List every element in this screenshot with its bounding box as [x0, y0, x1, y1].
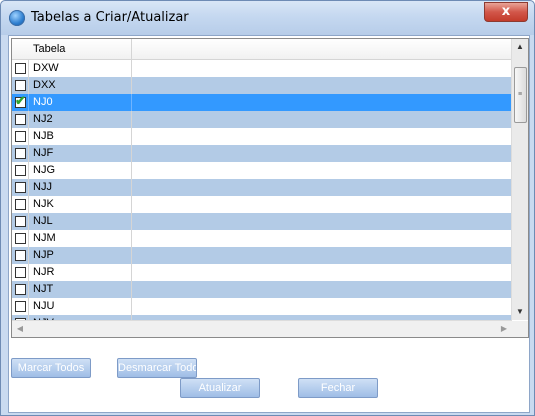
- table-name-cell: NJP: [28, 247, 132, 264]
- table-row[interactable]: DXW: [12, 60, 512, 77]
- table-row[interactable]: NJM: [12, 230, 512, 247]
- checkbox[interactable]: [15, 114, 26, 125]
- table-name-cell: DXW: [28, 60, 132, 77]
- table-row[interactable]: NJ2: [12, 111, 512, 128]
- table-name-cell: NJF: [28, 145, 132, 162]
- green-check-icon: ✔: [15, 93, 26, 108]
- title-bar[interactable]: Tabelas a Criar/Atualizar x: [1, 1, 534, 35]
- checkbox[interactable]: [15, 63, 26, 74]
- checkbox[interactable]: [15, 284, 26, 295]
- table-row[interactable]: ✔ NJ0: [12, 94, 512, 111]
- dialog-content: Tabela DXW DXX ✔ NJ0 NJ2 NJB NJF NJG NJJ NJK NJL NJ…: [8, 35, 530, 413]
- table-name-cell: NJG: [28, 162, 132, 179]
- table-name-cell: NJB: [28, 128, 132, 145]
- checkbox[interactable]: [15, 233, 26, 244]
- app-icon: [9, 10, 25, 26]
- scroll-right-icon[interactable]: ▶: [496, 321, 512, 337]
- scroll-down-icon[interactable]: ▼: [512, 304, 528, 320]
- table-row[interactable]: NJB: [12, 128, 512, 145]
- table-name-cell: NJK: [28, 196, 132, 213]
- checkbox[interactable]: [15, 267, 26, 278]
- close-button[interactable]: Fechar: [298, 378, 378, 398]
- column-header-tabela[interactable]: Tabela: [12, 39, 132, 59]
- dialog-window: Tabelas a Criar/Atualizar x Tabela DXW DX…: [0, 0, 535, 416]
- table-row[interactable]: NJU: [12, 298, 512, 315]
- table-name-cell: NJ0: [28, 94, 132, 111]
- table-name-cell: NJM: [28, 230, 132, 247]
- close-window-button[interactable]: x: [484, 2, 528, 22]
- tables-grid: Tabela DXW DXX ✔ NJ0 NJ2 NJB NJF NJG NJJ NJK NJL NJ…: [11, 38, 529, 338]
- unmark-all-button[interactable]: Desmarcar Todos: [117, 358, 197, 378]
- table-row[interactable]: NJF: [12, 145, 512, 162]
- update-button[interactable]: Atualizar: [180, 378, 260, 398]
- scroll-up-icon[interactable]: ▲: [512, 39, 528, 55]
- horizontal-scrollbar[interactable]: ◀ ▶: [12, 320, 512, 337]
- table-row[interactable]: NJL: [12, 213, 512, 230]
- table-name-cell: NJL: [28, 213, 132, 230]
- table-name-cell: NJR: [28, 264, 132, 281]
- table-row[interactable]: NJG: [12, 162, 512, 179]
- checkbox[interactable]: [15, 148, 26, 159]
- table-row[interactable]: NJP: [12, 247, 512, 264]
- checkbox[interactable]: [15, 165, 26, 176]
- mark-all-button[interactable]: Marcar Todos: [11, 358, 91, 378]
- checkbox[interactable]: [15, 131, 26, 142]
- scroll-left-icon[interactable]: ◀: [12, 321, 28, 337]
- checkbox[interactable]: [15, 199, 26, 210]
- checkbox-checked[interactable]: ✔: [15, 93, 26, 108]
- table-name-cell: NJT: [28, 281, 132, 298]
- checkbox[interactable]: [15, 301, 26, 312]
- table-name-cell: NJU: [28, 298, 132, 315]
- table-row[interactable]: NJJ: [12, 179, 512, 196]
- table-row[interactable]: DXX: [12, 77, 512, 94]
- scroll-thumb[interactable]: ≡: [514, 67, 527, 123]
- scrollbar-corner: [512, 321, 528, 337]
- table-name-cell: NJ2: [28, 111, 132, 128]
- table-name-cell: NJJ: [28, 179, 132, 196]
- grid-header: Tabela: [12, 39, 512, 60]
- checkbox[interactable]: [15, 250, 26, 261]
- checkbox[interactable]: [15, 80, 26, 91]
- table-row[interactable]: NJK: [12, 196, 512, 213]
- table-row[interactable]: NJT: [12, 281, 512, 298]
- table-row[interactable]: NJR: [12, 264, 512, 281]
- grip-icon: ≡: [518, 91, 523, 98]
- window-title: Tabelas a Criar/Atualizar: [31, 10, 189, 25]
- checkbox[interactable]: [15, 182, 26, 193]
- vertical-scrollbar[interactable]: ▲ ≡ ▼: [511, 39, 528, 320]
- checkbox[interactable]: [15, 216, 26, 227]
- table-name-cell: DXX: [28, 77, 132, 94]
- grid-rows: DXW DXX ✔ NJ0 NJ2 NJB NJF NJG NJJ NJK NJL NJM NJP NJR…: [12, 60, 512, 332]
